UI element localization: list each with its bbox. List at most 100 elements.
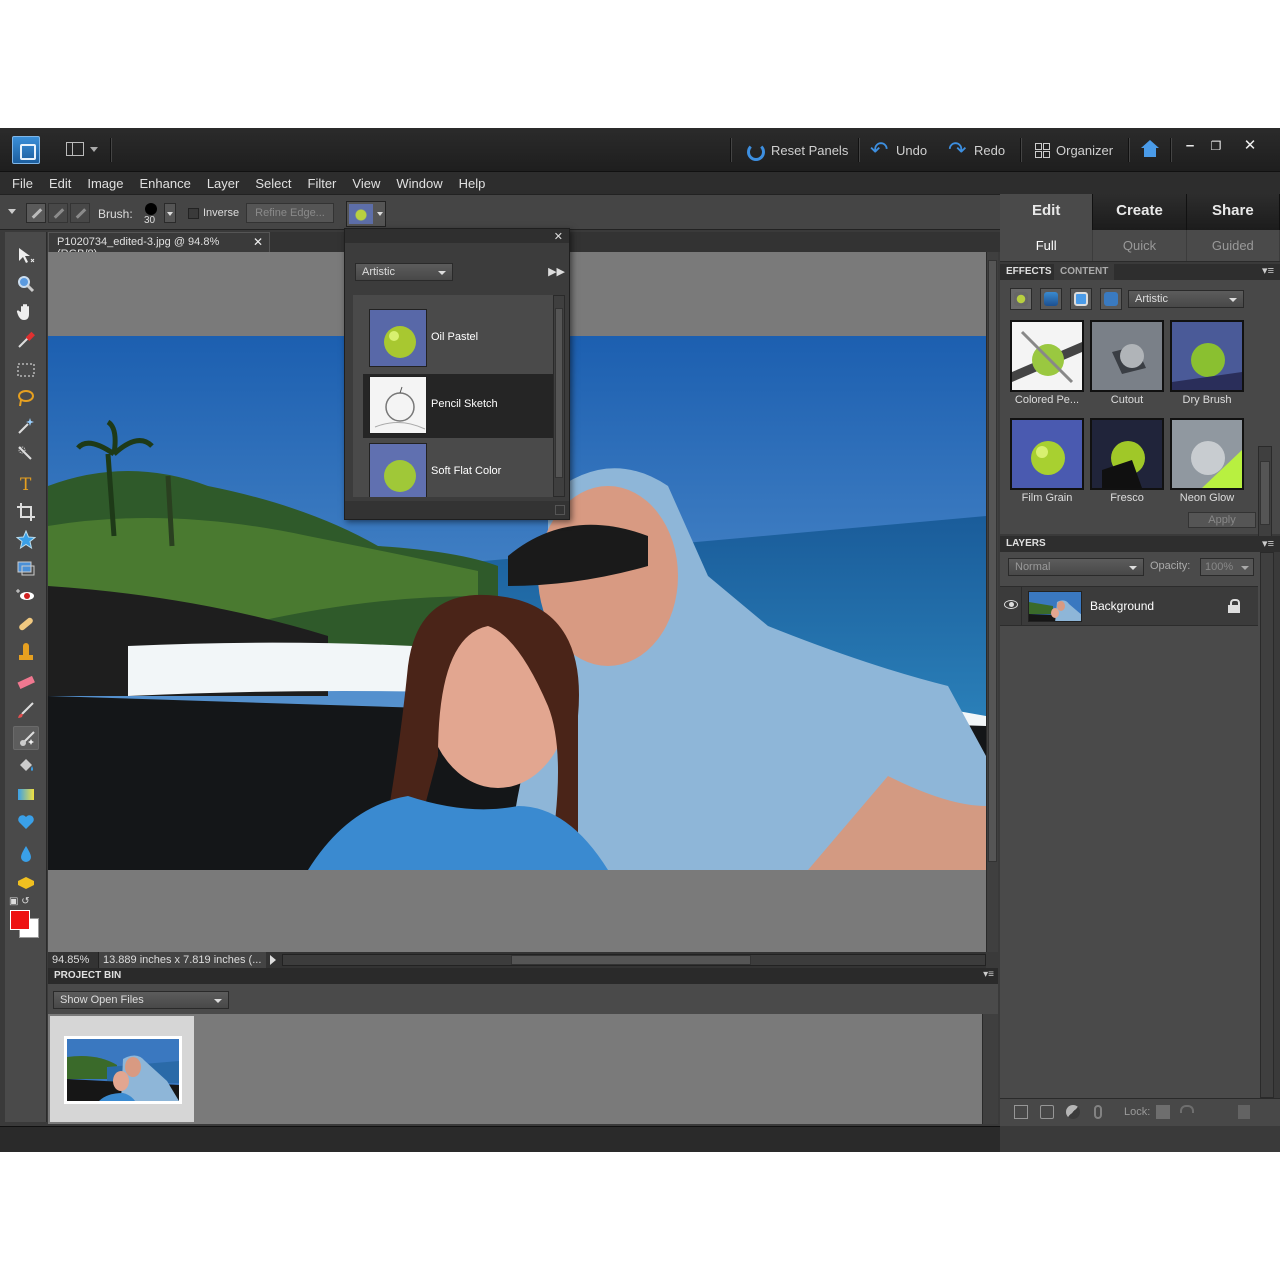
tab-share[interactable]: Share — [1186, 194, 1280, 230]
filter-list-scrollbar[interactable] — [553, 295, 565, 497]
adjustment-layer-icon[interactable] — [1066, 1105, 1080, 1119]
menu-file[interactable]: File — [12, 176, 33, 191]
apply-effect-button[interactable]: Apply — [1188, 512, 1256, 528]
eyedropper-tool-icon[interactable] — [13, 328, 39, 352]
minimize-icon[interactable]: – — [1180, 136, 1200, 156]
menu-layer[interactable]: Layer — [207, 176, 240, 191]
menu-window[interactable]: Window — [396, 176, 442, 191]
effects-category-select[interactable]: Artistic — [1128, 290, 1244, 308]
recompose-tool-icon[interactable] — [13, 556, 39, 580]
effect-dry-brush[interactable]: Dry Brush — [1170, 320, 1244, 410]
layout-menu-button[interactable] — [66, 142, 100, 158]
foreground-color-swatch[interactable] — [10, 910, 30, 930]
scroll-thumb[interactable] — [511, 955, 751, 965]
project-bin-item[interactable] — [50, 1016, 194, 1122]
new-selection-mode-button[interactable] — [26, 203, 46, 223]
opacity-field[interactable]: 100% — [1200, 558, 1254, 576]
redo-button[interactable]: Redo — [948, 137, 1005, 163]
clone-stamp-tool-icon[interactable] — [13, 640, 39, 664]
menu-enhance[interactable]: Enhance — [140, 176, 191, 191]
tab-full[interactable]: Full — [1000, 230, 1094, 261]
reset-panels-button[interactable]: Reset Panels — [745, 140, 848, 161]
inverse-checkbox[interactable] — [188, 208, 199, 219]
hand-tool-icon[interactable] — [13, 300, 39, 324]
new-layer-icon[interactable] — [1014, 1105, 1028, 1119]
close-icon[interactable]: ✕ — [554, 230, 563, 243]
blur-tool-icon[interactable] — [13, 842, 39, 866]
layer-styles-icon[interactable] — [1040, 288, 1062, 310]
menu-view[interactable]: View — [352, 176, 380, 191]
play-arrow-icon[interactable] — [270, 955, 276, 965]
lock-transparency-icon[interactable] — [1156, 1105, 1170, 1119]
tab-create[interactable]: Create — [1093, 194, 1187, 230]
tab-quick[interactable]: Quick — [1093, 230, 1187, 261]
shape-tool-icon[interactable] — [13, 810, 39, 834]
app-logo-icon[interactable] — [12, 136, 40, 164]
organizer-button[interactable]: Organizer — [1034, 140, 1113, 160]
brush-tool-icon[interactable] — [13, 698, 39, 722]
filter-item-oil-pastel[interactable]: Oil Pastel — [363, 307, 553, 371]
effect-neon-glow[interactable]: Neon Glow — [1170, 418, 1244, 508]
close-icon[interactable]: ✕ — [253, 235, 263, 249]
crop-tool-icon[interactable] — [13, 500, 39, 524]
filter-category-select[interactable]: Artistic — [355, 263, 453, 281]
lasso-tool-icon[interactable] — [13, 386, 39, 410]
tab-content[interactable]: CONTENT — [1054, 264, 1115, 280]
filter-picker-button[interactable] — [346, 201, 386, 227]
menu-select[interactable]: Select — [255, 176, 291, 191]
blend-mode-select[interactable]: Normal — [1008, 558, 1144, 576]
scroll-thumb[interactable] — [988, 260, 997, 862]
menu-filter[interactable]: Filter — [308, 176, 337, 191]
cookie-cutter-tool-icon[interactable] — [13, 528, 39, 552]
show-open-files-select[interactable]: Show Open Files — [53, 991, 229, 1009]
panel-menu-icon[interactable]: ▾≡ — [983, 969, 994, 980]
photo-effects-icon[interactable] — [1070, 288, 1092, 310]
swap-colors-icon[interactable]: ▣ ↺ — [9, 896, 43, 907]
menu-edit[interactable]: Edit — [49, 176, 71, 191]
new-group-icon[interactable] — [1040, 1105, 1054, 1119]
tool-preset-chevron-icon[interactable] — [8, 209, 16, 214]
refine-edge-button[interactable]: Refine Edge... — [246, 203, 334, 223]
zoom-level[interactable]: 94.85% — [52, 954, 89, 966]
undo-button[interactable]: Undo — [870, 137, 927, 163]
home-icon[interactable] — [1140, 140, 1160, 158]
tab-guided[interactable]: Guided — [1187, 230, 1280, 261]
effect-fresco[interactable]: Fresco — [1090, 418, 1164, 508]
fast-forward-icon[interactable]: ▶▶ — [548, 265, 565, 278]
filter-item-pencil-sketch[interactable]: Pencil Sketch — [363, 374, 553, 438]
scroll-thumb[interactable] — [1260, 461, 1270, 525]
move-tool-icon[interactable] — [13, 244, 39, 268]
eraser-tool-icon[interactable] — [13, 670, 39, 694]
lock-all-icon[interactable] — [1180, 1105, 1194, 1113]
layer-row-background[interactable]: Background — [1000, 586, 1258, 626]
fx-all-icon[interactable] — [1100, 288, 1122, 310]
paint-bucket-tool-icon[interactable] — [13, 754, 39, 778]
tab-effects[interactable]: EFFECTS — [1000, 264, 1058, 280]
panel-menu-icon[interactable]: ▾≡ — [1262, 264, 1274, 277]
brush-preset-picker[interactable]: 30 — [140, 201, 164, 227]
smart-brush-tool-icon[interactable] — [13, 726, 39, 750]
subtract-selection-mode-button[interactable] — [70, 203, 90, 223]
brush-dropdown-button[interactable] — [164, 203, 176, 223]
canvas-horizontal-scrollbar[interactable] — [282, 954, 986, 966]
scroll-thumb[interactable] — [555, 308, 563, 478]
gradient-tool-icon[interactable] — [13, 782, 39, 806]
filter-item-soft-flat-color[interactable]: Soft Flat Color — [363, 441, 553, 497]
magic-wand-tool-icon[interactable] — [13, 414, 39, 438]
red-eye-tool-icon[interactable] — [13, 584, 39, 608]
quick-selection-tool-icon[interactable] — [13, 442, 39, 466]
link-layers-icon[interactable] — [1094, 1105, 1102, 1119]
panel-menu-icon[interactable]: ▾≡ — [1262, 537, 1274, 550]
tab-edit[interactable]: Edit — [1000, 194, 1094, 230]
resize-grip-icon[interactable] — [555, 505, 565, 515]
menu-image[interactable]: Image — [87, 176, 123, 191]
add-selection-mode-button[interactable] — [48, 203, 68, 223]
filters-icon[interactable] — [1010, 288, 1032, 310]
trash-icon[interactable] — [1238, 1105, 1250, 1119]
zoom-tool-icon[interactable] — [13, 272, 39, 296]
layer-visibility-toggle[interactable] — [1000, 587, 1022, 625]
marquee-tool-icon[interactable] — [13, 358, 39, 382]
layers-scrollbar[interactable] — [1260, 552, 1274, 1098]
project-bin-scrollbar[interactable] — [982, 1014, 998, 1124]
effect-cutout[interactable]: Cutout — [1090, 320, 1164, 410]
